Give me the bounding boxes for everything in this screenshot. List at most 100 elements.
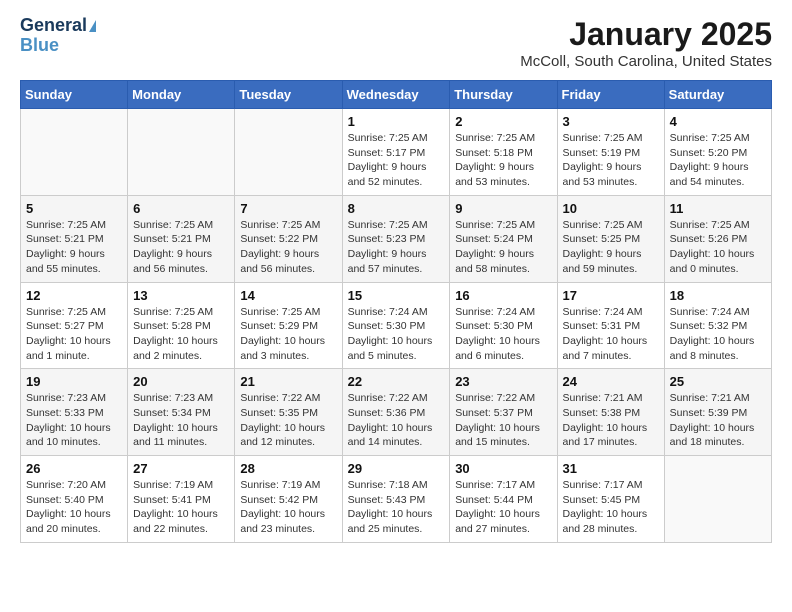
day-info: Sunrise: 7:23 AMSunset: 5:33 PMDaylight:…	[26, 391, 122, 450]
day-number: 19	[26, 374, 122, 389]
table-row: 9 Sunrise: 7:25 AMSunset: 5:24 PMDaylight…	[450, 195, 557, 282]
day-info: Sunrise: 7:24 AMSunset: 5:32 PMDaylight:…	[670, 305, 766, 364]
table-row: 31 Sunrise: 7:17 AMSunset: 5:45 PMDayligh…	[557, 456, 664, 543]
table-row: 22Sunrise: 7:22 AMSunset: 5:36 PMDayligh…	[342, 369, 450, 456]
table-row: 11 Sunrise: 7:25 AMSunset: 5:26 PMDayligh…	[664, 195, 771, 282]
col-friday: Friday	[557, 81, 664, 109]
day-info: Sunrise: 7:25 AMSunset: 5:23 PMDaylight:…	[348, 218, 445, 277]
table-row: 2 Sunrise: 7:25 AMSunset: 5:18 PMDaylight…	[450, 109, 557, 196]
page-container: General Blue January 2025 McColl, South …	[0, 0, 792, 559]
day-info: Sunrise: 7:21 AMSunset: 5:39 PMDaylight:…	[670, 391, 766, 450]
day-info: Sunrise: 7:21 AMSunset: 5:38 PMDaylight:…	[563, 391, 659, 450]
day-info: Sunrise: 7:25 AMSunset: 5:21 PMDaylight:…	[133, 218, 229, 277]
title-block: January 2025 McColl, South Carolina, Uni…	[520, 16, 772, 70]
col-sunday: Sunday	[21, 81, 128, 109]
day-info: Sunrise: 7:25 AMSunset: 5:22 PMDaylight:…	[240, 218, 336, 277]
day-number: 5	[26, 201, 122, 216]
calendar-week-row: 26Sunrise: 7:20 AMSunset: 5:40 PMDayligh…	[21, 456, 772, 543]
table-row: 24 Sunrise: 7:21 AMSunset: 5:38 PMDayligh…	[557, 369, 664, 456]
table-row: 18 Sunrise: 7:24 AMSunset: 5:32 PMDayligh…	[664, 282, 771, 369]
table-row	[235, 109, 342, 196]
table-row	[664, 456, 771, 543]
day-info: Sunrise: 7:22 AMSunset: 5:37 PMDaylight:…	[455, 391, 551, 450]
day-info: Sunrise: 7:25 AMSunset: 5:18 PMDaylight:…	[455, 131, 551, 190]
table-row: 23Sunrise: 7:22 AMSunset: 5:37 PMDayligh…	[450, 369, 557, 456]
day-number: 28	[240, 461, 336, 476]
day-number: 16	[455, 288, 551, 303]
day-number: 6	[133, 201, 229, 216]
day-number: 14	[240, 288, 336, 303]
table-row: 1Sunrise: 7:25 AMSunset: 5:17 PMDaylight…	[342, 109, 450, 196]
table-row: 29Sunrise: 7:18 AMSunset: 5:43 PMDayligh…	[342, 456, 450, 543]
day-info: Sunrise: 7:25 AMSunset: 5:24 PMDaylight:…	[455, 218, 551, 277]
day-info: Sunrise: 7:25 AMSunset: 5:29 PMDaylight:…	[240, 305, 336, 364]
calendar-table: Sunday Monday Tuesday Wednesday Thursday…	[20, 80, 772, 543]
calendar-week-row: 5 Sunrise: 7:25 AMSunset: 5:21 PMDaylight…	[21, 195, 772, 282]
col-wednesday: Wednesday	[342, 81, 450, 109]
day-info: Sunrise: 7:25 AMSunset: 5:20 PMDaylight:…	[670, 131, 766, 190]
col-thursday: Thursday	[450, 81, 557, 109]
day-info: Sunrise: 7:25 AMSunset: 5:25 PMDaylight:…	[563, 218, 659, 277]
table-row: 15 Sunrise: 7:24 AMSunset: 5:30 PMDayligh…	[342, 282, 450, 369]
day-number: 18	[670, 288, 766, 303]
table-row: 20 Sunrise: 7:23 AMSunset: 5:34 PMDayligh…	[128, 369, 235, 456]
day-info: Sunrise: 7:17 AMSunset: 5:45 PMDaylight:…	[563, 478, 659, 537]
day-info: Sunrise: 7:22 AMSunset: 5:36 PMDaylight:…	[348, 391, 445, 450]
day-info: Sunrise: 7:17 AMSunset: 5:44 PMDaylight:…	[455, 478, 551, 537]
day-info: Sunrise: 7:19 AMSunset: 5:42 PMDaylight:…	[240, 478, 336, 537]
day-number: 26	[26, 461, 122, 476]
day-number: 25	[670, 374, 766, 389]
day-info: Sunrise: 7:24 AMSunset: 5:30 PMDaylight:…	[348, 305, 445, 364]
day-number: 29	[348, 461, 445, 476]
logo-triangle-icon	[89, 20, 96, 32]
day-number: 12	[26, 288, 122, 303]
header: General Blue January 2025 McColl, South …	[20, 16, 772, 70]
day-number: 8	[348, 201, 445, 216]
day-info: Sunrise: 7:25 AMSunset: 5:27 PMDaylight:…	[26, 305, 122, 364]
table-row	[21, 109, 128, 196]
table-row: 25 Sunrise: 7:21 AMSunset: 5:39 PMDayligh…	[664, 369, 771, 456]
location-subtitle: McColl, South Carolina, United States	[520, 53, 772, 70]
day-info: Sunrise: 7:19 AMSunset: 5:41 PMDaylight:…	[133, 478, 229, 537]
col-tuesday: Tuesday	[235, 81, 342, 109]
day-number: 7	[240, 201, 336, 216]
table-row: 6 Sunrise: 7:25 AMSunset: 5:21 PMDaylight…	[128, 195, 235, 282]
day-number: 11	[670, 201, 766, 216]
day-info: Sunrise: 7:25 AMSunset: 5:28 PMDaylight:…	[133, 305, 229, 364]
table-row: 27 Sunrise: 7:19 AMSunset: 5:41 PMDayligh…	[128, 456, 235, 543]
table-row: 16 Sunrise: 7:24 AMSunset: 5:30 PMDayligh…	[450, 282, 557, 369]
table-row: 17Sunrise: 7:24 AMSunset: 5:31 PMDayligh…	[557, 282, 664, 369]
day-info: Sunrise: 7:24 AMSunset: 5:30 PMDaylight:…	[455, 305, 551, 364]
day-number: 2	[455, 114, 551, 129]
day-number: 31	[563, 461, 659, 476]
day-number: 27	[133, 461, 229, 476]
logo-general: General	[20, 16, 87, 36]
day-number: 10	[563, 201, 659, 216]
day-number: 30	[455, 461, 551, 476]
day-number: 24	[563, 374, 659, 389]
table-row: 7 Sunrise: 7:25 AMSunset: 5:22 PMDaylight…	[235, 195, 342, 282]
day-number: 3	[563, 114, 659, 129]
table-row: 21Sunrise: 7:22 AMSunset: 5:35 PMDayligh…	[235, 369, 342, 456]
day-number: 17	[563, 288, 659, 303]
day-number: 15	[348, 288, 445, 303]
day-info: Sunrise: 7:25 AMSunset: 5:21 PMDaylight:…	[26, 218, 122, 277]
logo: General Blue	[20, 16, 96, 56]
table-row: 19 Sunrise: 7:23 AMSunset: 5:33 PMDayligh…	[21, 369, 128, 456]
table-row: 10 Sunrise: 7:25 AMSunset: 5:25 PMDayligh…	[557, 195, 664, 282]
col-saturday: Saturday	[664, 81, 771, 109]
table-row: 8 Sunrise: 7:25 AMSunset: 5:23 PMDaylight…	[342, 195, 450, 282]
col-monday: Monday	[128, 81, 235, 109]
calendar-week-row: 1Sunrise: 7:25 AMSunset: 5:17 PMDaylight…	[21, 109, 772, 196]
day-info: Sunrise: 7:25 AMSunset: 5:26 PMDaylight:…	[670, 218, 766, 277]
day-info: Sunrise: 7:23 AMSunset: 5:34 PMDaylight:…	[133, 391, 229, 450]
day-number: 20	[133, 374, 229, 389]
day-info: Sunrise: 7:22 AMSunset: 5:35 PMDaylight:…	[240, 391, 336, 450]
day-number: 13	[133, 288, 229, 303]
table-row: 13 Sunrise: 7:25 AMSunset: 5:28 PMDayligh…	[128, 282, 235, 369]
day-number: 9	[455, 201, 551, 216]
table-row: 3 Sunrise: 7:25 AMSunset: 5:19 PMDaylight…	[557, 109, 664, 196]
day-info: Sunrise: 7:25 AMSunset: 5:19 PMDaylight:…	[563, 131, 659, 190]
day-number: 1	[348, 114, 445, 129]
table-row: 5 Sunrise: 7:25 AMSunset: 5:21 PMDaylight…	[21, 195, 128, 282]
